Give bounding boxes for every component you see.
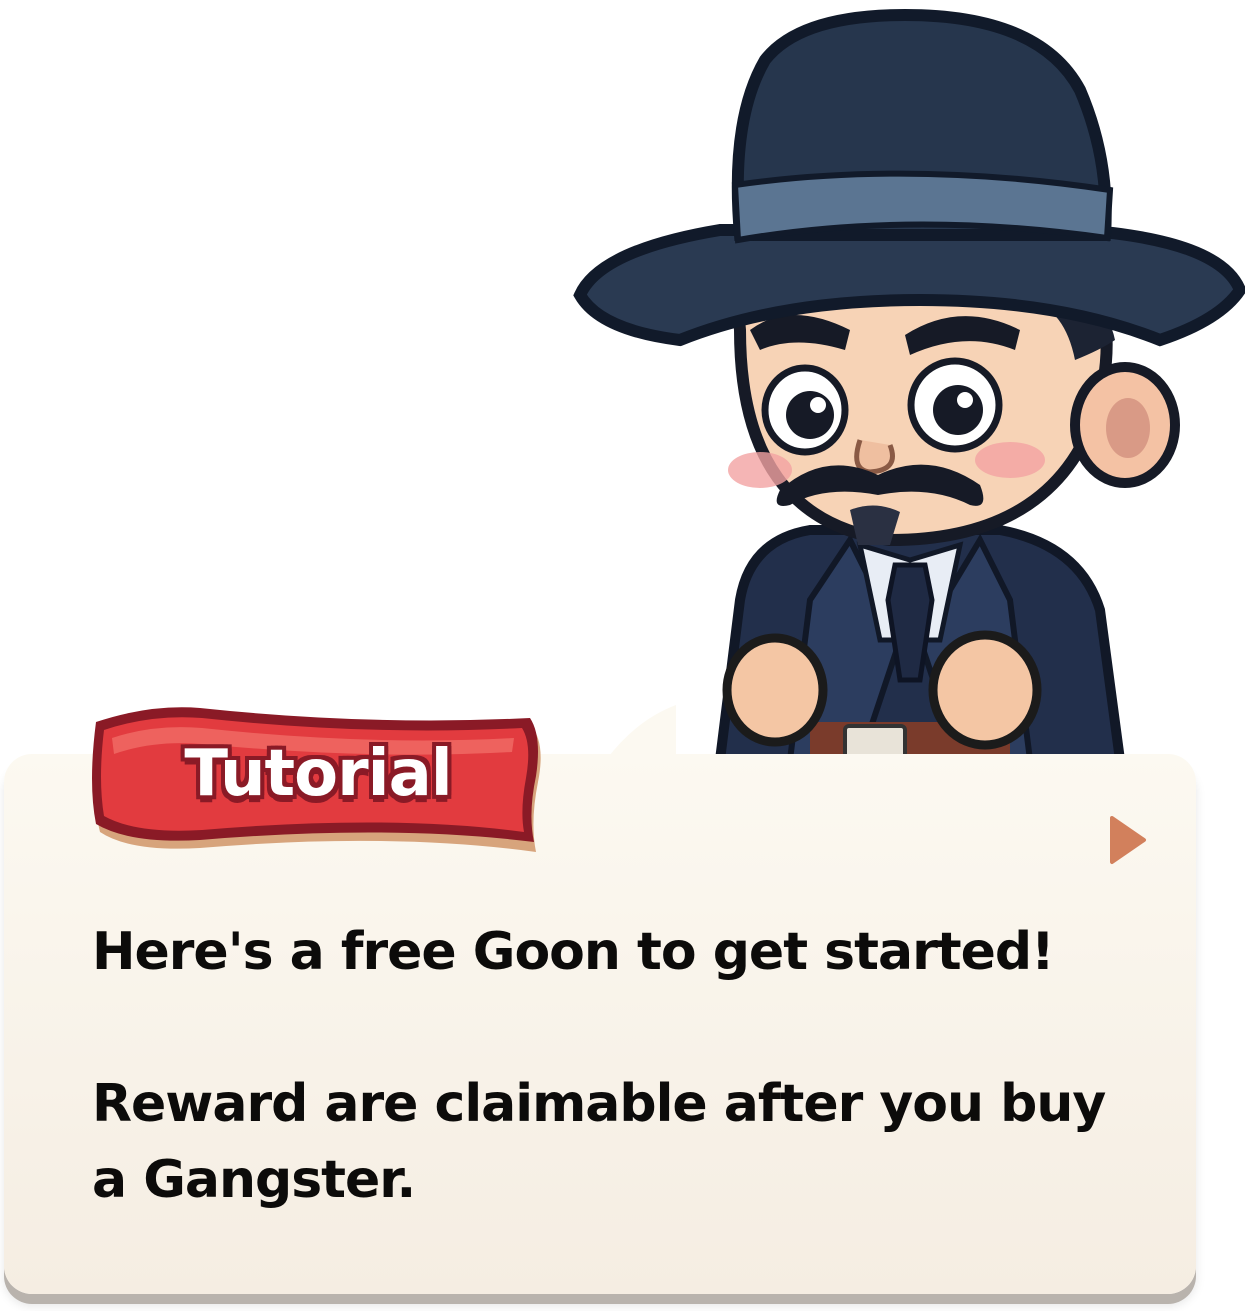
- message-line-3: a Gangster.: [92, 1150, 416, 1210]
- tutorial-message: Here's a free Goon to get started! Rewar…: [92, 914, 1132, 1218]
- gangster-mascot-icon: [560, 0, 1245, 760]
- message-line-2: Reward are claimable after you buy: [92, 1074, 1106, 1134]
- play-arrow-icon[interactable]: [1108, 814, 1148, 866]
- tutorial-ribbon-badge: Tutorial: [90, 702, 546, 862]
- message-line-1: Here's a free Goon to get started!: [92, 922, 1055, 982]
- tutorial-badge-label: Tutorial: [184, 737, 452, 811]
